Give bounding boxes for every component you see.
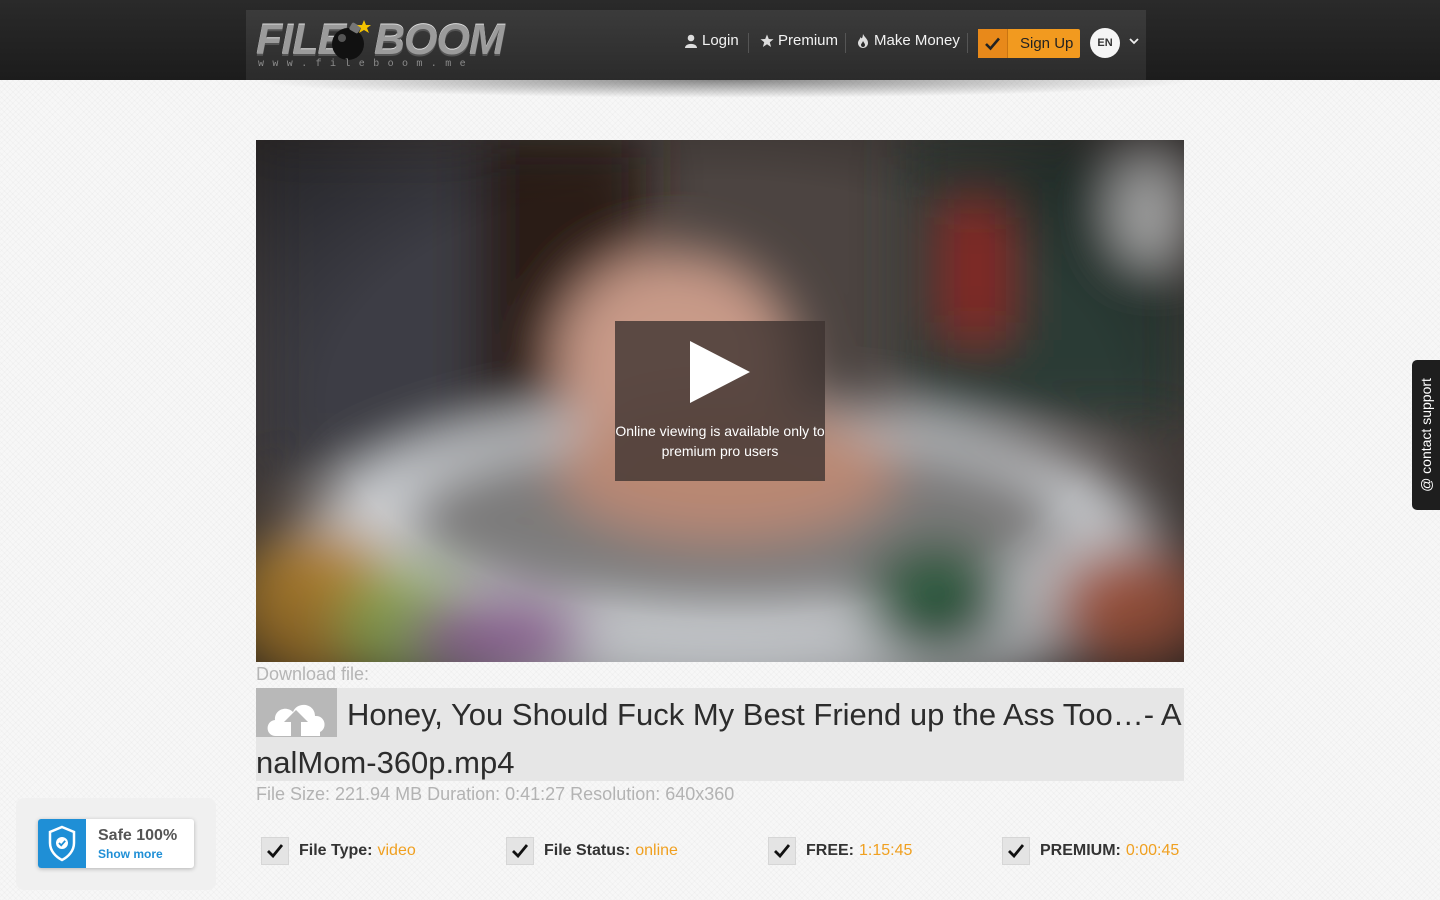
stat-value: 0:00:45 (1125, 842, 1180, 859)
check-icon (506, 837, 534, 865)
file-meta: File Size: 221.94 MB Duration: 0:41:27 Res… (256, 784, 739, 805)
stat-value: online (635, 842, 678, 859)
stat-label: File Type: (299, 842, 373, 859)
safe-badge[interactable]: Safe 100% Show more (38, 819, 194, 868)
stat-free: FREE: 1:15:45 (768, 836, 912, 866)
safe-badge-title: Safe 100% (98, 827, 178, 844)
logo-word-boom: BOOM (374, 16, 505, 64)
stat-label: PREMIUM: (1040, 842, 1121, 859)
shield-check-icon (38, 819, 86, 868)
premium-play-overlay[interactable]: Online viewing is available only to prem… (615, 321, 825, 481)
fileboom-logo[interactable]: FILE BOOM www.fileboom.me (256, 12, 505, 74)
star-icon (760, 34, 774, 47)
chevron-down-icon[interactable] (1129, 38, 1139, 45)
stat-file-status: File Status: online (506, 836, 678, 866)
logo-subtitle: www.fileboom.me (258, 59, 475, 70)
check-icon (768, 837, 796, 865)
stat-label: File Status: (544, 842, 631, 859)
stat-label: FREE: (806, 842, 854, 859)
contact-support-label: @ contact support (1418, 378, 1434, 492)
file-name-box[interactable]: Honey, You Should Fuck My Best Friend up… (256, 688, 1184, 781)
nav-divider (845, 33, 846, 53)
premium-only-message: Online viewing is available only to prem… (615, 423, 825, 459)
fire-icon (858, 33, 868, 48)
sign-up-button[interactable]: Sign Up (978, 29, 1080, 58)
file-size: File Size: 221.94 MB (256, 784, 423, 804)
header-shadow (250, 80, 1200, 98)
user-icon (685, 34, 697, 48)
nav-premium[interactable]: Premium (760, 32, 838, 49)
stat-premium: PREMIUM: 0:00:45 (1002, 836, 1179, 866)
file-name: Honey, You Should Fuck My Best Friend up… (256, 697, 1182, 780)
sign-up-label: Sign Up (1020, 35, 1074, 52)
play-icon (690, 341, 750, 403)
bomb-icon (332, 20, 371, 60)
show-more-link[interactable]: Show more (98, 847, 163, 861)
stat-value: video (377, 842, 416, 859)
check-icon (978, 29, 1008, 58)
nav-divider (748, 33, 749, 53)
nav-login-label: Login (702, 32, 739, 49)
nav-make-money[interactable]: Make Money (856, 32, 960, 49)
check-icon (1002, 837, 1030, 865)
nav-make-money-label: Make Money (874, 32, 960, 49)
file-duration: Duration: 0:41:27 (427, 784, 566, 804)
nav-divider (967, 33, 968, 53)
file-resolution: Resolution: 640x360 (570, 784, 735, 804)
stat-file-type: File Type: video (261, 836, 416, 866)
nav-login[interactable]: Login (684, 32, 739, 49)
language-selector[interactable]: EN (1090, 28, 1120, 58)
stat-value: 1:15:45 (859, 842, 913, 859)
download-file-label: Download file: (256, 664, 370, 684)
contact-support-tab[interactable]: @ contact support (1412, 360, 1440, 510)
nav-premium-label: Premium (778, 32, 839, 49)
check-icon (261, 837, 289, 865)
